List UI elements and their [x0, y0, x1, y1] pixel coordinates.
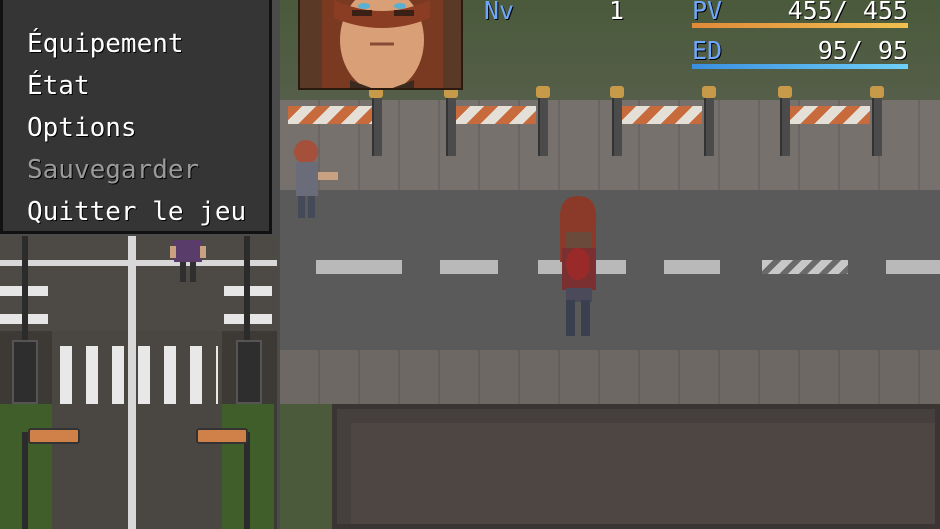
mp-value: 95/ 95	[817, 36, 908, 65]
command-menu: Équipement État Options Sauvegarder Quit…	[0, 0, 272, 234]
lane-marking	[762, 260, 848, 274]
lane-marking	[886, 260, 940, 274]
crosswalk	[60, 346, 218, 404]
menu-item-status[interactable]: État	[27, 71, 90, 101]
road-barrier	[778, 86, 890, 156]
street-lamp-icon	[28, 428, 80, 444]
npc-sprite-icon[interactable]	[284, 134, 340, 224]
minimap	[0, 236, 277, 529]
traffic-box	[12, 340, 38, 404]
character-face-icon	[298, 0, 463, 90]
street-lamp-icon	[196, 428, 248, 444]
lane-marking	[440, 260, 498, 274]
lane-marking	[316, 260, 402, 274]
menu-item-equipment[interactable]: Équipement	[27, 29, 184, 59]
mp-label: ED	[692, 36, 723, 65]
menu-item-quit[interactable]: Quitter le jeu	[27, 197, 246, 227]
lane-marking	[664, 260, 720, 274]
hp-value: 455/ 455	[787, 0, 908, 25]
road-barrier	[444, 86, 556, 156]
hp-label: PV	[692, 0, 723, 25]
level-label: Nv	[484, 0, 515, 25]
building-roof	[332, 404, 940, 529]
menu-item-save[interactable]: Sauvegarder	[27, 155, 199, 185]
player-sprite-icon[interactable]	[552, 192, 604, 340]
road-barrier	[610, 86, 722, 156]
traffic-box	[236, 340, 262, 404]
level-value: 1	[608, 0, 624, 25]
minimap-lane	[0, 260, 277, 266]
mp-gauge	[692, 64, 908, 69]
grass-patch	[280, 404, 332, 529]
hp-gauge	[692, 23, 908, 28]
game-screen: Équipement État Options Sauvegarder Quit…	[0, 0, 940, 529]
menu-item-options[interactable]: Options	[27, 113, 137, 143]
minimap-character-icon	[170, 240, 206, 282]
sidewalk-bottom	[280, 350, 940, 410]
